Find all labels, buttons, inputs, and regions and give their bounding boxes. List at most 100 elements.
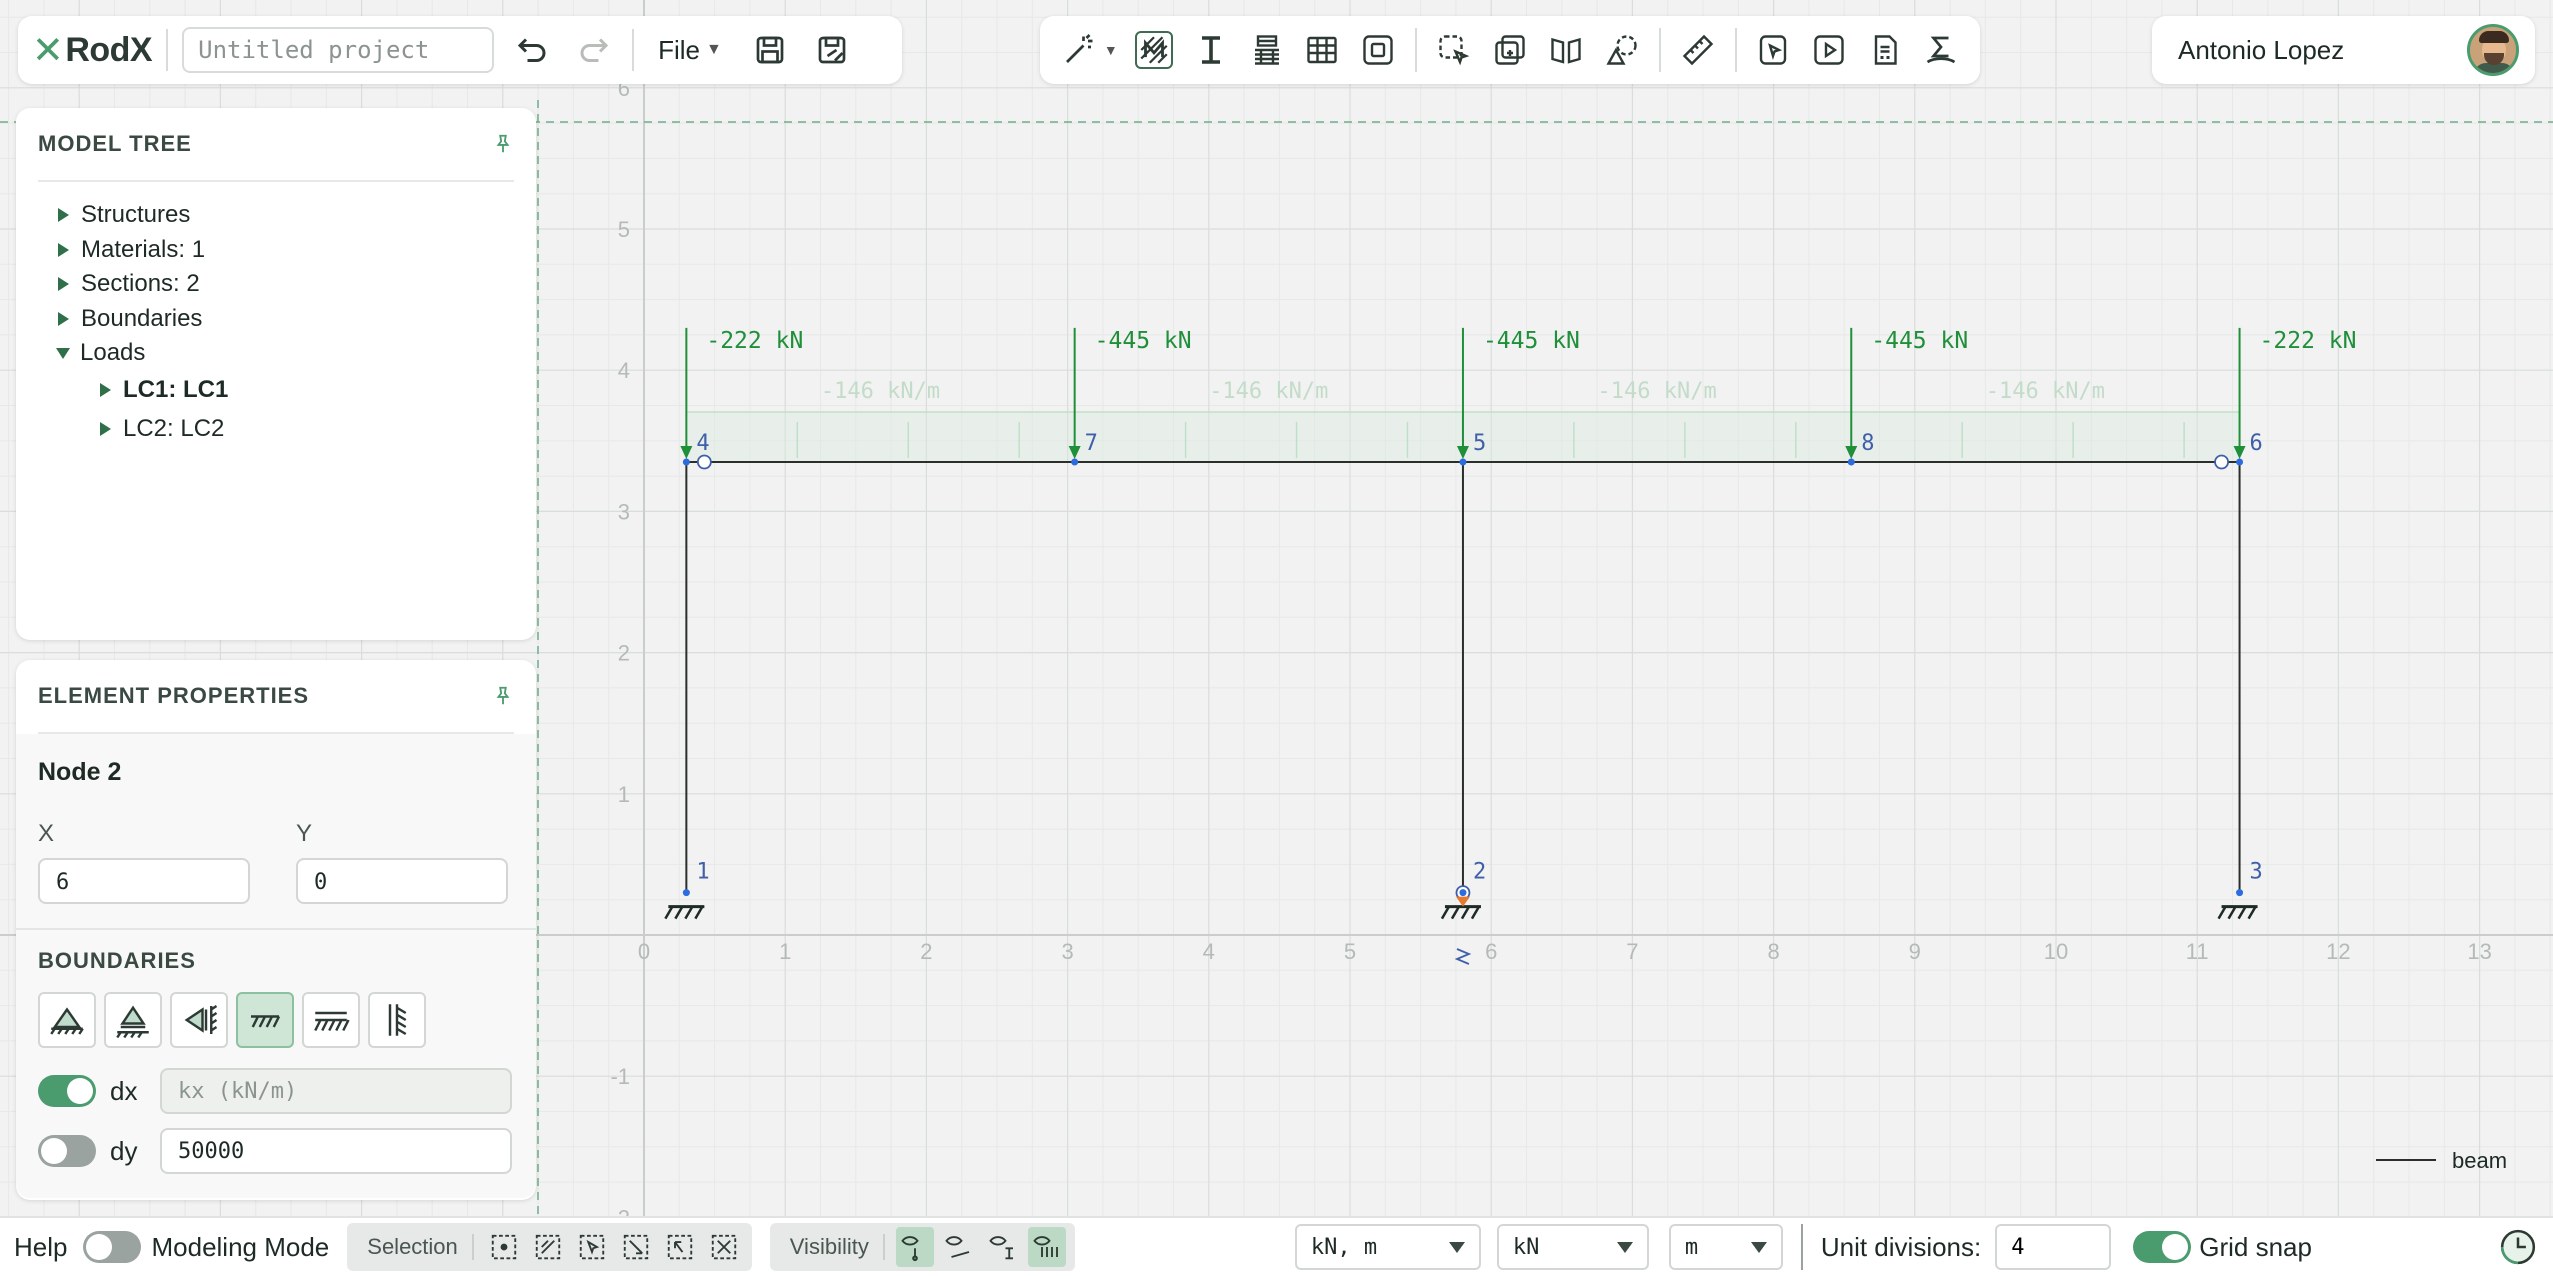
project-name-input[interactable] (182, 27, 495, 73)
layers-button[interactable] (1242, 26, 1292, 74)
add-node-button[interactable] (1485, 26, 1535, 74)
avatar[interactable] (2467, 24, 2519, 76)
save-button[interactable] (746, 26, 794, 74)
eye-node-icon (901, 1236, 919, 1262)
expand-icon (58, 311, 69, 326)
node-label: 1 (696, 860, 709, 885)
model-tree: Structures Materials: 1 Sections: 2 Boun… (38, 182, 514, 449)
support-hatch (694, 906, 704, 920)
tree-item-materials[interactable]: Materials: 1 (38, 233, 514, 268)
show-nodes-button[interactable] (895, 1227, 934, 1267)
node-label: 7 (1085, 431, 1098, 456)
x-tick-label: 2 (920, 939, 932, 964)
deselect-button[interactable] (705, 1227, 743, 1267)
redo-button[interactable] (570, 26, 618, 74)
history-clock-icon[interactable] (2499, 1228, 2537, 1266)
pin-icon[interactable] (492, 133, 514, 155)
wand-button[interactable] (1054, 26, 1104, 74)
node-label: 8 (1861, 431, 1874, 456)
select-pointer-button[interactable] (661, 1227, 699, 1267)
pdf-button[interactable] (1860, 26, 1910, 74)
node-point (1847, 458, 1855, 466)
main-toolbar: ▼ (1040, 16, 1980, 84)
dy-label: dy (110, 1135, 138, 1166)
dy-toggle[interactable] (38, 1135, 96, 1167)
table-button[interactable] (1298, 26, 1348, 74)
wall-roller-support-button[interactable] (170, 992, 228, 1048)
fixed-support-button[interactable] (236, 992, 294, 1048)
x-tick-label: 12 (2326, 939, 2350, 964)
tree-item-structures[interactable]: Structures (38, 198, 514, 233)
top-left-bar: ✕RodX File ▼ (18, 16, 902, 84)
frame-button[interactable] (1353, 26, 1403, 74)
distributed-load-area (686, 411, 1075, 462)
show-loads-button[interactable] (1027, 1227, 1066, 1267)
pinned-support-button[interactable] (38, 992, 96, 1048)
wand-caret-icon[interactable]: ▼ (1104, 42, 1118, 58)
kx-input[interactable] (160, 1068, 512, 1114)
table-icon (1307, 36, 1338, 64)
tree-item-lc1[interactable]: LC1: LC1 (38, 371, 514, 410)
grid-snap-toggle[interactable] (2133, 1231, 2192, 1263)
y-tick-label: 4 (618, 358, 630, 383)
report-button[interactable] (1749, 26, 1799, 74)
fixed-ground-button[interactable] (302, 992, 360, 1048)
modeling-mode-toggle[interactable] (83, 1231, 142, 1263)
node-label: 6 (2250, 431, 2263, 456)
ruler-button[interactable] (1673, 26, 1723, 74)
unit-system-select[interactable]: kN, m (1294, 1224, 1481, 1270)
node-point (1459, 458, 1467, 466)
tree-item-boundaries[interactable]: Boundaries (38, 302, 514, 337)
help-link[interactable]: Help (14, 1232, 67, 1263)
select-cross-button[interactable] (617, 1227, 655, 1267)
select-nodes-button[interactable] (485, 1227, 523, 1267)
select-elements-button[interactable] (529, 1227, 567, 1267)
ruler-icon (1682, 34, 1713, 66)
save-as-button[interactable] (808, 26, 856, 74)
select-element-icon (1439, 35, 1470, 66)
save-as-icon (818, 36, 846, 64)
selection-group: Selection (347, 1223, 752, 1271)
select-cursor-button[interactable] (573, 1227, 611, 1267)
select-element-button[interactable] (1429, 26, 1479, 74)
sum-button[interactable] (1916, 26, 1966, 74)
user-box[interactable]: Antonio Lopez (2152, 16, 2535, 84)
undo-button[interactable] (508, 26, 556, 74)
select-pointer-icon (667, 1234, 692, 1260)
force-unit-select[interactable]: kN (1496, 1224, 1649, 1270)
point-load-label: -222 kN (706, 328, 803, 354)
user-name: Antonio Lopez (2178, 34, 2345, 65)
ky-input[interactable] (160, 1128, 512, 1174)
show-elements-button[interactable] (940, 1227, 978, 1267)
unit-divisions-input[interactable] (1995, 1224, 2112, 1270)
x-tick-label: 3 (1061, 939, 1073, 964)
fixed-wall-button[interactable] (368, 992, 426, 1048)
roller-support-icon (116, 1005, 149, 1039)
y-field[interactable]: 0 (296, 858, 508, 904)
pin-icon[interactable] (492, 685, 514, 707)
deselect-icon (711, 1234, 736, 1260)
material-button[interactable] (1134, 31, 1173, 69)
roller-support-button[interactable] (104, 992, 162, 1048)
expand-icon (58, 242, 69, 257)
dx-toggle[interactable] (38, 1075, 96, 1107)
logo-text: RodX (65, 30, 153, 69)
mirror-button[interactable] (1541, 26, 1591, 74)
tree-item-loads[interactable]: Loads (38, 336, 514, 371)
app-logo[interactable]: ✕ RodX (32, 28, 153, 73)
tree-item-lc2[interactable]: LC2: LC2 (38, 410, 514, 449)
tree-item-sections[interactable]: Sections: 2 (38, 267, 514, 302)
length-unit-value: m (1684, 1234, 1699, 1260)
expand-icon (100, 422, 111, 436)
x-tick-label: 0 (638, 939, 650, 964)
dropdown-arrow-icon (1616, 1241, 1633, 1253)
length-unit-select[interactable]: m (1668, 1224, 1783, 1270)
status-bar: Help Modeling Mode Selection Visibility … (0, 1216, 2553, 1276)
shape-button[interactable] (1597, 26, 1647, 74)
node-label: 4 (696, 431, 709, 456)
show-sections-button[interactable] (984, 1227, 1022, 1267)
file-menu[interactable]: File ▼ (648, 35, 732, 66)
x-field[interactable]: 6 (38, 858, 250, 904)
run-button[interactable] (1804, 26, 1854, 74)
section-button[interactable] (1186, 26, 1236, 74)
